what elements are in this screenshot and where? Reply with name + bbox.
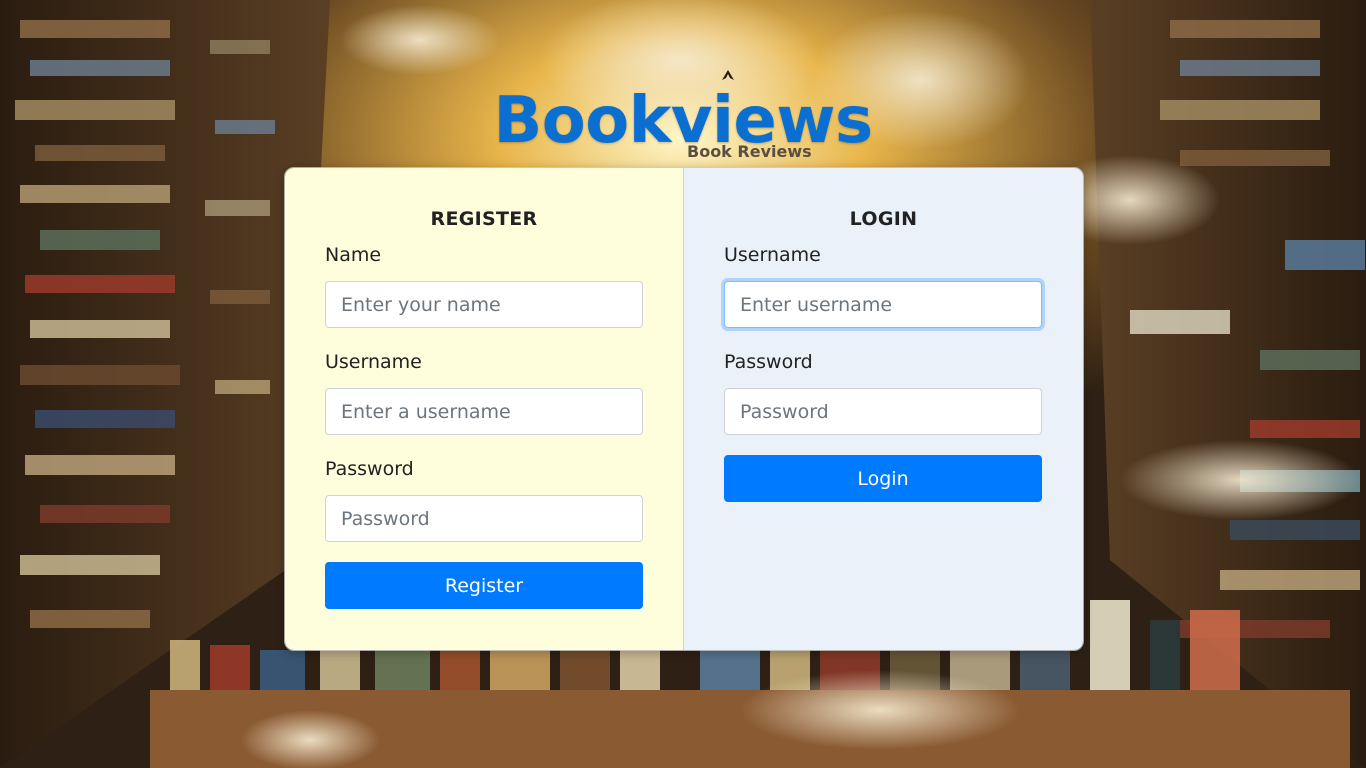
register-button[interactable]: Register xyxy=(325,562,643,609)
brand-header: Bookviews xyxy=(0,86,1366,156)
register-name-label: Name xyxy=(325,244,382,266)
register-name-input[interactable] xyxy=(325,281,643,328)
login-password-input[interactable] xyxy=(724,388,1042,435)
login-username-input[interactable] xyxy=(724,281,1042,328)
brand-title: Bookviews xyxy=(493,84,873,158)
login-heading: LOGIN xyxy=(849,208,918,230)
register-panel: REGISTER Name Username Password Register xyxy=(285,168,684,650)
register-username-label: Username xyxy=(325,351,422,373)
register-username-input[interactable] xyxy=(325,388,643,435)
login-password-label: Password xyxy=(724,351,813,373)
register-password-input[interactable] xyxy=(325,495,643,542)
login-button[interactable]: Login xyxy=(724,455,1042,502)
brand-subtitle: Book Reviews xyxy=(687,142,812,161)
login-username-label: Username xyxy=(724,244,821,266)
register-heading: REGISTER xyxy=(430,208,538,230)
register-password-label: Password xyxy=(325,458,414,480)
login-panel: LOGIN Username Password Login xyxy=(684,168,1083,650)
auth-card: REGISTER Name Username Password Register… xyxy=(284,167,1084,651)
